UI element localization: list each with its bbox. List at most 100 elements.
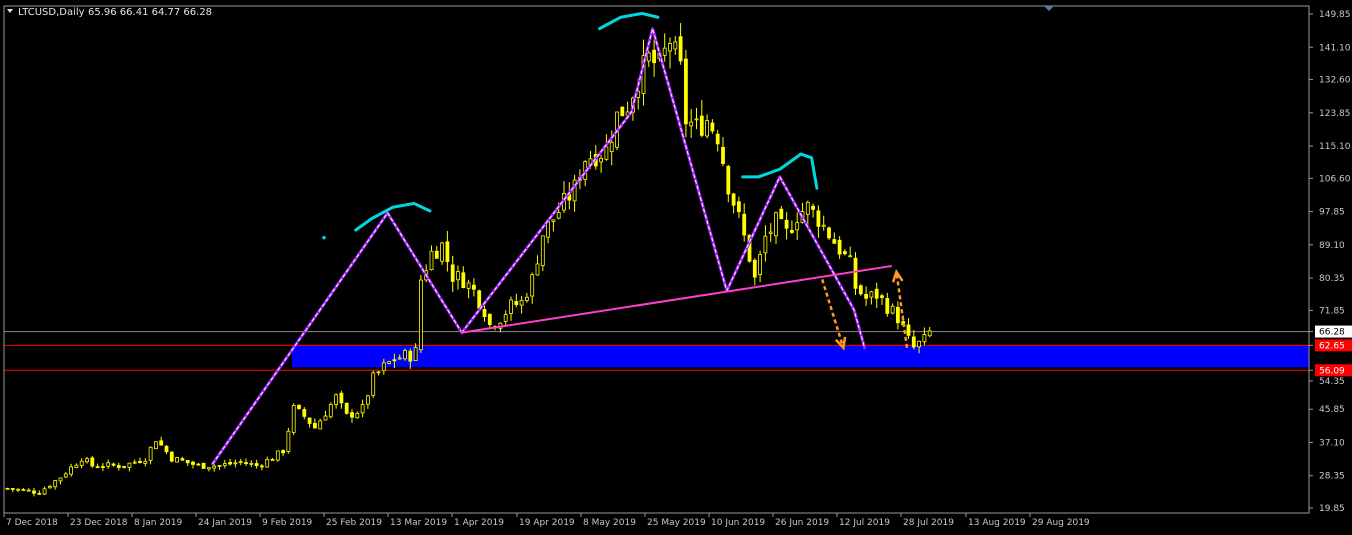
candle-body [196,463,201,466]
candle-body [429,250,434,270]
candle-body [233,462,238,465]
candle [297,404,301,410]
candle [90,456,95,468]
candle-body [673,41,678,50]
y-tick-label: 80.35 [1319,274,1345,284]
candle-body [259,465,264,468]
y-tick-label: 66.28 [1319,328,1345,338]
candle [403,348,407,361]
y-tick-label: 89.10 [1319,241,1345,251]
candle-body [48,486,52,489]
x-tick-label: 12 Jul 2019 [839,518,890,528]
candle [540,235,545,271]
candle-body [758,254,762,275]
x-tick-label: 29 Aug 2019 [1032,518,1090,528]
candle-body [652,49,656,64]
candle-body [530,274,535,297]
candle-body [551,219,556,222]
x-tick-label: 23 Dec 2018 [70,518,128,528]
x-tick-label: 13 Aug 2019 [968,518,1026,528]
candle-body [297,404,301,410]
candle-body [540,235,545,266]
candle-body [85,458,89,463]
candle-body [365,395,370,405]
candle-body [116,465,121,468]
x-tick-label: 10 Jun 2019 [711,518,765,528]
y-tick-label: 56.09 [1319,366,1345,376]
candle-body [784,219,789,229]
x-tick-label: 25 May 2019 [647,518,706,528]
candle [201,462,206,469]
candle-body [249,462,254,465]
candle-body [689,121,694,127]
candle-body [752,259,757,278]
candle-body [111,463,116,466]
candle-body [169,451,174,462]
candle-body [450,264,455,282]
candle [175,456,180,463]
ohlc-values: 65.96 66.41 64.77 66.28 [88,7,212,18]
candle [275,450,280,462]
candle-body [185,460,190,464]
candle-body [445,241,450,263]
candle-body [795,222,800,231]
candle-body [609,141,614,152]
candle-body [307,417,312,424]
candle-body [911,336,916,348]
x-tick-label: 9 Feb 2019 [262,518,313,528]
candle-body [503,314,508,322]
candle-body [715,133,720,145]
candle-body [456,271,460,281]
candle-body [90,457,95,467]
candle-body [387,361,392,364]
candle-body [79,460,84,466]
candle-body [32,490,36,494]
candle-body [848,255,853,258]
candle [440,241,445,265]
candle-body [514,301,519,306]
candle-body [927,330,932,337]
y-tick-label: 54.35 [1319,377,1345,387]
candle-body [159,440,164,446]
candle [153,441,158,450]
candle [286,427,291,454]
candle-body [106,462,111,467]
candle-body [180,458,185,461]
candle [620,106,625,117]
x-tick-label: 25 Feb 2019 [326,518,382,528]
candle-body [16,488,21,491]
candle-body [302,409,307,417]
candle [827,226,831,241]
candle-body [599,157,603,163]
candle-body [678,36,683,62]
candle-body [339,392,344,404]
candle-body [890,305,895,314]
candle-body [805,201,810,215]
x-tick-label: 19 Apr 2019 [519,518,575,528]
candle [328,402,333,419]
candle-body [254,463,259,467]
candle-body [291,404,296,433]
candle-body [217,465,222,467]
candle-body [705,120,709,137]
candle-body [466,282,471,289]
price-chart[interactable]: 149.85 141.10 132.60 123.85 115.10 106.60 97.8… [0,0,1352,535]
candle-body [328,404,333,418]
candle-body [175,457,180,463]
candle-body [779,208,784,220]
candle-body [138,460,142,463]
chart-background [0,0,1352,535]
candle-body [774,212,778,237]
x-tick-label: 7 Dec 2018 [6,518,58,528]
candle-body [684,58,688,125]
candle-body [896,306,900,324]
candle-body [885,298,890,314]
candle-body [858,285,863,295]
candle-body [721,146,725,164]
x-tick-label: 1 Apr 2019 [454,518,504,528]
candle-body [312,422,317,429]
candle-body [206,467,211,470]
candle-body [763,235,768,254]
candle-body [668,43,672,52]
candle-body [228,462,233,465]
